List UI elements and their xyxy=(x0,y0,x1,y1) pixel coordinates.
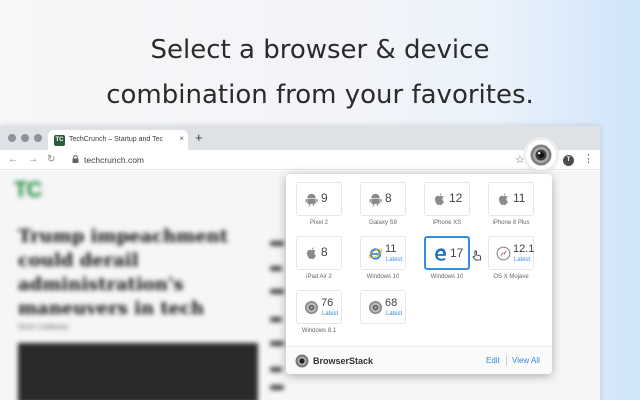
favorite-tile[interactable]: 12.1 Latest OS X Mojave xyxy=(484,236,538,282)
favorite-tile[interactable]: 68 Latest xyxy=(356,290,410,336)
version-number: 8 xyxy=(321,245,328,259)
favorite-tile[interactable]: 8 Galaxy S9 xyxy=(356,182,410,228)
view-all-link[interactable]: View All xyxy=(512,356,540,366)
device-label: Pixel 2 xyxy=(309,220,328,226)
tab-close-icon[interactable]: × xyxy=(179,133,184,145)
device-label: Windows 10 xyxy=(366,274,400,280)
hand-cursor-icon xyxy=(472,250,481,261)
side-text-line xyxy=(270,289,284,294)
article-image xyxy=(18,343,258,400)
favorite-tile-box: 8 xyxy=(360,182,406,216)
favorite-tile[interactable]: 76 Latest Windows 8.1 xyxy=(292,290,346,336)
android-icon xyxy=(368,192,383,207)
side-text-line xyxy=(270,266,282,271)
latest-badge: Latest xyxy=(386,257,403,263)
favorite-tile-box: 11 Latest xyxy=(360,236,406,270)
favorite-tile[interactable]: 11 iPhone 8 Plus xyxy=(484,182,538,228)
device-label: OS X Mojave xyxy=(493,274,529,280)
edge-icon xyxy=(433,247,448,262)
side-text-line xyxy=(270,367,282,372)
version-number: 11 xyxy=(385,243,397,255)
article-author: Devin Coldewey xyxy=(18,324,69,331)
favorite-tile-box: 17 xyxy=(424,236,470,270)
browserstack-brand-icon xyxy=(295,354,309,368)
chrome-icon xyxy=(368,300,383,315)
headline-line-2: combination from your favorites. xyxy=(106,80,534,110)
profile-avatar[interactable]: T xyxy=(563,155,574,166)
side-text-line xyxy=(270,241,284,246)
tab-title: TechCrunch – Startup and Tec xyxy=(69,136,164,143)
android-icon xyxy=(304,192,319,207)
favorite-tile-box: 68 Latest xyxy=(360,290,406,324)
forward-arrow-icon[interactable]: → xyxy=(28,153,38,167)
window-zoom-dot[interactable] xyxy=(34,134,42,142)
edit-link[interactable]: Edit xyxy=(486,356,500,366)
browserstack-extension-button[interactable] xyxy=(526,140,556,170)
browserstack-logo-icon xyxy=(530,144,552,166)
device-label: Windows 10 xyxy=(430,274,464,280)
latest-badge: Latest xyxy=(386,311,403,317)
favorite-tile[interactable]: 9 Pixel 2 xyxy=(292,182,346,228)
techcrunch-favicon-icon: TC xyxy=(54,135,65,146)
version-number: 12 xyxy=(449,191,463,205)
window-close-dot[interactable] xyxy=(8,134,16,142)
side-text-line xyxy=(270,385,284,390)
browserstack-popup: 9 Pixel 2 8 Galaxy S9 12 iPhone XS 11 iPhone 8 … xyxy=(286,174,552,374)
device-label: iPad Air 2 xyxy=(306,274,332,280)
device-label: Windows 8.1 xyxy=(301,328,337,334)
popup-footer: BrowserStack Edit View All xyxy=(286,346,552,374)
version-number: 8 xyxy=(385,191,392,205)
safari-icon xyxy=(496,246,511,261)
reload-icon[interactable]: ↻ xyxy=(47,153,55,167)
bookmark-star-icon[interactable]: ☆ xyxy=(515,153,525,167)
version-number: 12.1 xyxy=(513,243,535,255)
tab-techcrunch[interactable]: TC TechCrunch – Startup and Tec × xyxy=(48,130,188,150)
favorite-tile[interactable]: 8 iPad Air 2 xyxy=(292,236,346,282)
version-number: 17 xyxy=(450,246,464,260)
article-headline: Trump impeachment could derail administr… xyxy=(18,226,229,319)
favorite-tile-box: 12 xyxy=(424,182,470,216)
device-label: iPhone 8 Plus xyxy=(492,220,530,226)
version-number: 9 xyxy=(321,191,328,205)
favorite-tile-box: 12.1 Latest xyxy=(488,236,534,270)
footer-divider xyxy=(506,355,507,366)
favorite-tile-box: 11 xyxy=(488,182,534,216)
version-number: 11 xyxy=(513,191,526,205)
browser-toolbar: ← → ↻ techcrunch.com ☆ T ⋮ xyxy=(0,140,600,170)
back-arrow-icon[interactable]: ← xyxy=(8,153,18,167)
address-bar[interactable]: techcrunch.com xyxy=(84,154,144,166)
side-text-line xyxy=(270,317,282,322)
brand-name: BrowserStack xyxy=(313,356,374,366)
favorite-tile[interactable]: 12 iPhone XS xyxy=(420,182,474,228)
new-tab-button[interactable]: + xyxy=(195,130,203,146)
latest-badge: Latest xyxy=(322,311,339,317)
ie-icon xyxy=(368,246,383,261)
version-number: 68 xyxy=(385,297,398,309)
headline-line-1: Select a browser & device xyxy=(150,35,490,65)
favorite-tile-box: 76 Latest xyxy=(296,290,342,324)
version-number: 76 xyxy=(321,297,334,309)
latest-badge: Latest xyxy=(514,257,531,263)
browser-menu-icon[interactable]: ⋮ xyxy=(583,152,594,166)
favorite-tile[interactable]: 17 Windows 10 xyxy=(420,236,474,282)
lock-icon xyxy=(72,155,79,163)
favorite-tile[interactable]: 11 Latest Windows 10 xyxy=(356,236,410,282)
apple-icon xyxy=(432,192,447,207)
side-text-line xyxy=(270,341,284,346)
favorite-tile-box: 9 xyxy=(296,182,342,216)
techcrunch-logo: TC xyxy=(14,177,42,202)
device-label: Galaxy S9 xyxy=(369,220,397,226)
chrome-icon xyxy=(304,300,319,315)
tab-strip: TC TechCrunch – Startup and Tec × + xyxy=(0,126,600,150)
headline: Select a browser & device combination fr… xyxy=(0,28,640,118)
window-minimize-dot[interactable] xyxy=(21,134,29,142)
apple-icon xyxy=(496,192,511,207)
favorite-tile-box: 8 xyxy=(296,236,342,270)
apple-icon xyxy=(304,246,319,261)
device-label: iPhone XS xyxy=(432,220,462,226)
